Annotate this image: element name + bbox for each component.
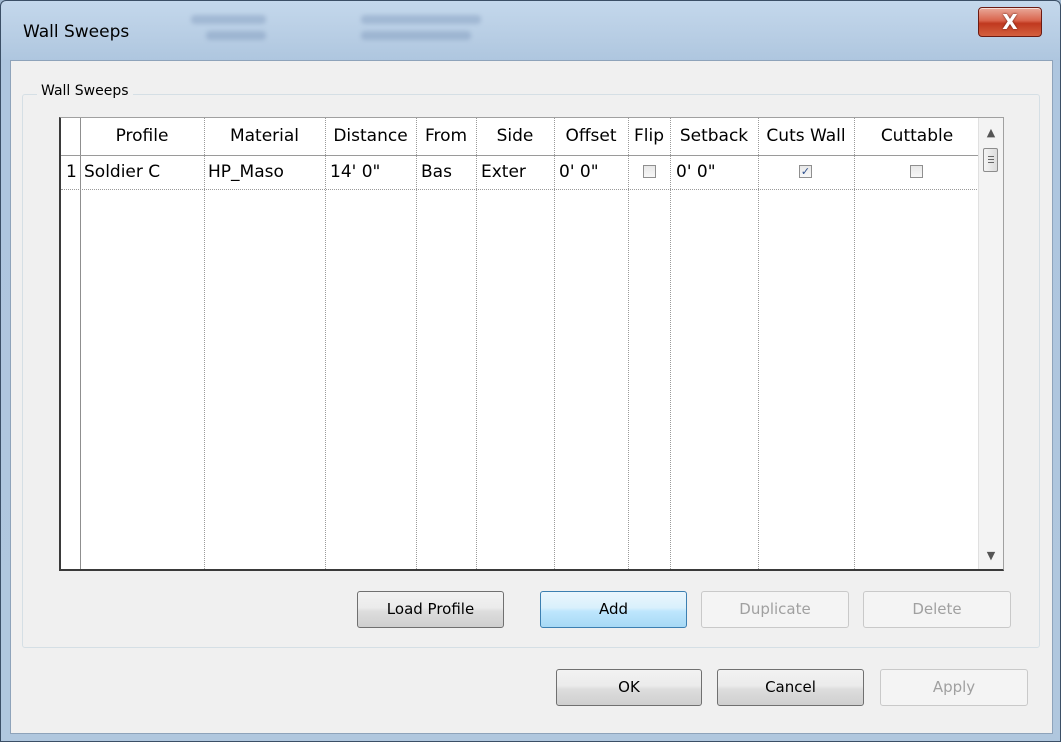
wall-sweeps-table[interactable]: Profile Material Distance From Side Offs… (59, 117, 1004, 571)
cell-setback[interactable]: 0' 0" (676, 162, 716, 182)
close-icon: X (1002, 10, 1018, 34)
cell-profile[interactable]: Soldier C (84, 162, 160, 182)
row-separator (61, 189, 981, 190)
dialog-window: Wall Sweeps X Wall Sweeps Profile Materi… (0, 0, 1061, 742)
window-title: Wall Sweeps (23, 22, 130, 42)
cell-material[interactable]: HP_Maso (208, 162, 284, 182)
background-blur (361, 15, 481, 24)
column-divider (416, 118, 417, 569)
load-profile-button[interactable]: Load Profile (357, 591, 504, 628)
header-separator (61, 155, 981, 156)
cell-from[interactable]: Bas (421, 162, 452, 182)
column-divider (628, 118, 629, 569)
thumb-grip (988, 156, 994, 157)
flip-checkbox[interactable] (643, 165, 656, 178)
cuttable-checkbox[interactable] (910, 165, 923, 178)
column-header-side[interactable]: Side (476, 126, 554, 146)
column-header-profile[interactable]: Profile (80, 126, 204, 146)
column-header-cuts-wall[interactable]: Cuts Wall (758, 126, 854, 146)
cell-side[interactable]: Exter (481, 162, 526, 182)
ok-button[interactable]: OK (556, 669, 702, 706)
scroll-up-arrow-icon[interactable]: ▲ (979, 124, 1003, 142)
thumb-grip (988, 159, 994, 160)
close-button[interactable]: X (978, 7, 1042, 37)
column-divider (325, 118, 326, 569)
column-header-setback[interactable]: Setback (670, 126, 758, 146)
column-divider (554, 118, 555, 569)
scroll-thumb[interactable] (983, 148, 998, 172)
column-header-offset[interactable]: Offset (554, 126, 628, 146)
column-header-flip[interactable]: Flip (628, 126, 670, 146)
column-header-distance[interactable]: Distance (325, 126, 416, 146)
column-header-material[interactable]: Material (204, 126, 325, 146)
column-divider (476, 118, 477, 569)
delete-button[interactable]: Delete (863, 591, 1011, 628)
cancel-button[interactable]: Cancel (717, 669, 864, 706)
vertical-scrollbar[interactable]: ▲ ▼ (978, 118, 1003, 569)
thumb-grip (988, 162, 994, 163)
duplicate-button[interactable]: Duplicate (701, 591, 849, 628)
background-blur (206, 31, 266, 40)
row-number[interactable]: 1 (66, 162, 77, 182)
background-blur (191, 15, 266, 24)
column-divider (854, 118, 855, 569)
dialog-client-area: Wall Sweeps Profile Material Distance Fr… (10, 60, 1053, 734)
add-button[interactable]: Add (540, 591, 687, 628)
column-header-cuttable[interactable]: Cuttable (854, 126, 980, 146)
scroll-down-arrow-icon[interactable]: ▼ (979, 547, 1003, 565)
column-divider (670, 118, 671, 569)
column-divider (758, 118, 759, 569)
cell-offset[interactable]: 0' 0" (559, 162, 599, 182)
apply-button[interactable]: Apply (880, 669, 1028, 706)
background-blur (361, 31, 471, 40)
column-header-from[interactable]: From (416, 126, 476, 146)
column-divider (80, 118, 81, 569)
column-divider (204, 118, 205, 569)
cell-distance[interactable]: 14' 0" (330, 162, 380, 182)
title-bar[interactable]: Wall Sweeps X (1, 1, 1060, 61)
group-label: Wall Sweeps (37, 83, 133, 99)
cuts-wall-checkbox[interactable]: ✓ (799, 165, 812, 178)
